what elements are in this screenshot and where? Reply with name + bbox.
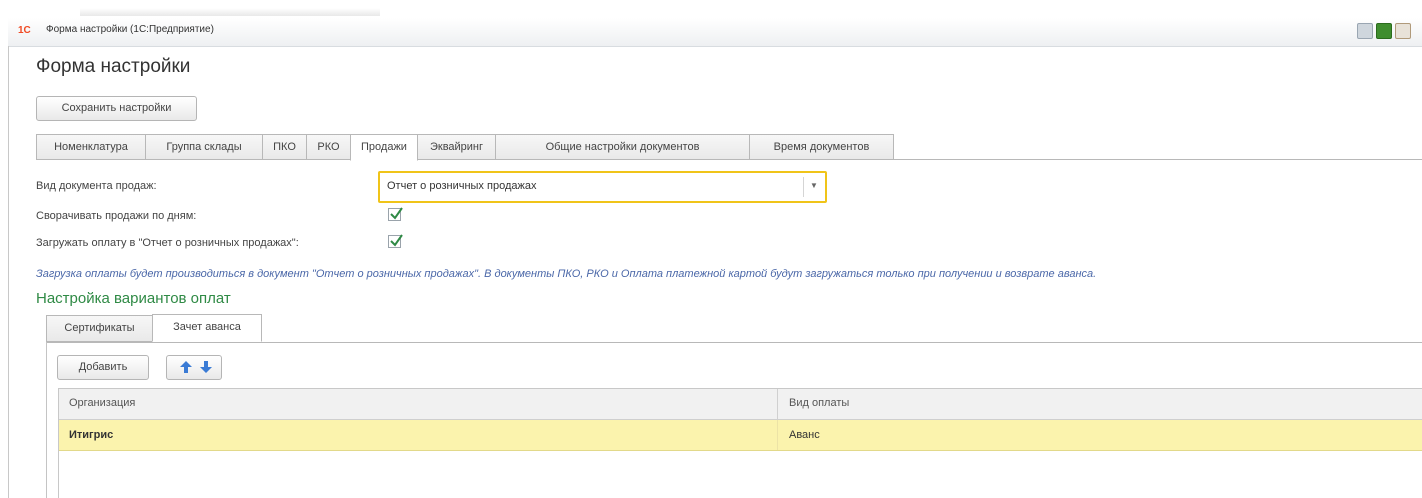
window-menu-icon[interactable] [1357, 23, 1373, 39]
tab-rko[interactable]: РКО [306, 134, 351, 160]
inner-tab-divider [46, 342, 1422, 343]
page-title: Форма настройки [36, 56, 191, 77]
move-down-icon[interactable] [199, 360, 213, 374]
window-close-icon[interactable] [1395, 23, 1411, 39]
cell-payment-type: Аванс [789, 429, 820, 441]
tab-document-time[interactable]: Время документов [749, 134, 894, 160]
window-restore-icon[interactable] [1376, 23, 1392, 39]
table-row[interactable]: Итигрис Аванс [59, 420, 1422, 451]
load-payment-note: Загрузка оплаты будет производиться в до… [36, 268, 1097, 280]
background-artifact [80, 8, 380, 16]
tab-divider [36, 159, 1422, 160]
select-divider [803, 177, 804, 197]
load-payment-checkbox[interactable] [388, 234, 403, 248]
column-organization[interactable]: Организация [69, 397, 135, 409]
payment-options-title: Настройка вариантов оплат [36, 290, 231, 307]
checkmark-icon [390, 234, 403, 247]
row-separator [777, 420, 778, 450]
payment-options-table: Организация Вид оплаты Итигрис Аванс [58, 388, 1422, 498]
tab-certificates[interactable]: Сертификаты [46, 315, 153, 342]
window-frame [8, 46, 9, 498]
doc-type-label: Вид документа продаж: [36, 180, 157, 192]
add-button[interactable]: Добавить [57, 355, 149, 380]
move-up-icon[interactable] [179, 360, 193, 374]
tab-pko[interactable]: ПКО [262, 134, 307, 160]
doc-type-select[interactable]: Отчет о розничных продажах ▼ [378, 171, 827, 203]
tab-advance-offset[interactable]: Зачет аванса [152, 314, 262, 342]
load-payment-label: Загружать оплату в "Отчет о розничных пр… [36, 237, 299, 249]
tab-acquiring[interactable]: Эквайринг [417, 134, 496, 160]
collapse-sales-checkbox[interactable] [388, 207, 403, 221]
move-buttons [166, 355, 222, 380]
window-titlebar: 1С Форма настройки (1С:Предприятие) [8, 18, 1422, 47]
collapse-sales-label: Сворачивать продажи по дням: [36, 210, 197, 222]
window-title: Форма настройки (1С:Предприятие) [46, 24, 214, 35]
tab-nomenclature[interactable]: Номенклатура [36, 134, 146, 160]
checkmark-icon [390, 207, 403, 220]
tab-sales[interactable]: Продажи [350, 134, 418, 161]
save-settings-button[interactable]: Сохранить настройки [36, 96, 197, 121]
cell-organization: Итигрис [69, 429, 114, 441]
app-logo: 1С [18, 25, 31, 36]
column-separator [777, 389, 778, 419]
doc-type-value: Отчет о розничных продажах [387, 180, 537, 192]
panel-border [46, 342, 47, 498]
column-payment-type[interactable]: Вид оплаты [789, 397, 849, 409]
tab-warehouse-groups[interactable]: Группа склады [145, 134, 263, 160]
table-header: Организация Вид оплаты [59, 389, 1422, 420]
chevron-down-icon[interactable]: ▼ [810, 181, 818, 190]
tab-general-document-settings[interactable]: Общие настройки документов [495, 134, 750, 160]
